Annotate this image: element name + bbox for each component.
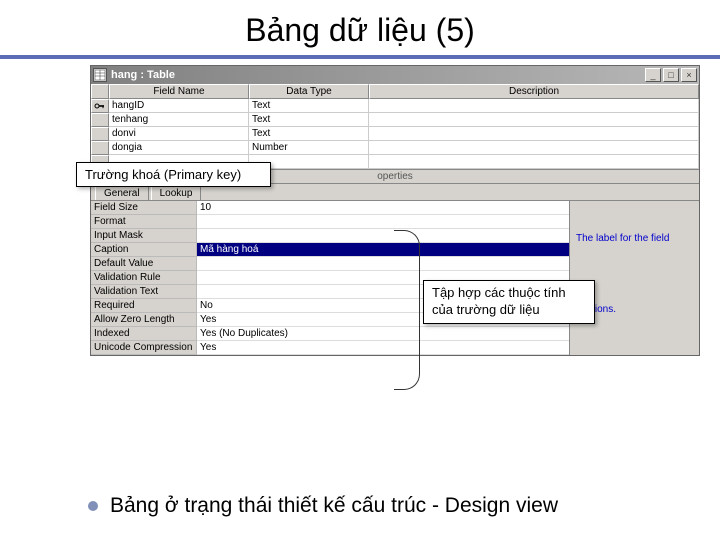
prop-label: Caption: [91, 243, 197, 257]
prop-label: Format: [91, 215, 197, 229]
field-properties-grid: Field Size10 Format Input Mask CaptionMã…: [91, 201, 569, 355]
prop-label: Input Mask: [91, 229, 197, 243]
title-divider: [0, 55, 720, 59]
fieldname-header: Field Name: [109, 84, 249, 99]
prop-label: Validation Rule: [91, 271, 197, 285]
datatype-cell[interactable]: Text: [249, 99, 369, 113]
window-titlebar: hang : Table _ □ ×: [91, 66, 699, 84]
datatype-cell[interactable]: Text: [249, 127, 369, 141]
prop-label: Allow Zero Length: [91, 313, 197, 327]
table-icon: [93, 68, 107, 82]
prop-label: Default Value: [91, 257, 197, 271]
row-selector[interactable]: [91, 141, 109, 155]
prop-value[interactable]: [197, 229, 569, 243]
description-cell[interactable]: [369, 141, 699, 155]
maximize-button[interactable]: □: [663, 68, 679, 82]
close-button[interactable]: ×: [681, 68, 697, 82]
prop-value[interactable]: [197, 257, 569, 271]
description-cell[interactable]: [369, 99, 699, 113]
row-selector-pk[interactable]: [91, 99, 109, 113]
fieldname-cell[interactable]: hangID: [109, 99, 249, 113]
window-title: hang : Table: [111, 69, 645, 81]
prop-value[interactable]: Yes (No Duplicates): [197, 327, 569, 341]
brace-icon: [394, 230, 420, 390]
prop-value[interactable]: Yes: [197, 341, 569, 355]
fieldname-cell[interactable]: tenhang: [109, 113, 249, 127]
description-cell[interactable]: [369, 113, 699, 127]
datatype-cell[interactable]: Text: [249, 113, 369, 127]
callout-primary-key: Trường khoá (Primary key): [76, 162, 271, 187]
description-cell[interactable]: [369, 155, 699, 169]
prop-label: Indexed: [91, 327, 197, 341]
description-cell[interactable]: [369, 127, 699, 141]
minimize-button[interactable]: _: [645, 68, 661, 82]
fieldname-cell[interactable]: dongia: [109, 141, 249, 155]
prop-value[interactable]: 10: [197, 201, 569, 215]
slide-title: Bảng dữ liệu (5): [0, 0, 720, 55]
row-selector[interactable]: [91, 113, 109, 127]
prop-label: Field Size: [91, 201, 197, 215]
datatype-cell[interactable]: Number: [249, 141, 369, 155]
prop-value[interactable]: [197, 215, 569, 229]
property-hint-pane: The label for the field captions.: [569, 201, 699, 355]
description-header: Description: [369, 84, 699, 99]
tab-general[interactable]: General: [95, 186, 149, 200]
slide-caption: Bảng ở trạng thái thiết kế cấu trúc - De…: [110, 494, 558, 518]
fieldname-cell[interactable]: donvi: [109, 127, 249, 141]
prop-label: Validation Text: [91, 285, 197, 299]
rowselector-header: [91, 84, 109, 99]
callout-field-attributes: Tập hợp các thuộc tính của trường dữ liệ…: [423, 280, 595, 324]
prop-value-caption[interactable]: Mã hàng hoá: [197, 243, 569, 257]
tab-lookup[interactable]: Lookup: [151, 186, 202, 200]
hint-text-1: The label for the field: [576, 233, 693, 244]
prop-label: Unicode Compression: [91, 341, 197, 355]
prop-label: Required: [91, 299, 197, 313]
row-selector[interactable]: [91, 127, 109, 141]
field-definition-grid: Field Name Data Type Description hangID …: [91, 84, 699, 169]
primary-key-icon: [94, 101, 106, 111]
bullet-icon: [88, 501, 98, 511]
datatype-header: Data Type: [249, 84, 369, 99]
